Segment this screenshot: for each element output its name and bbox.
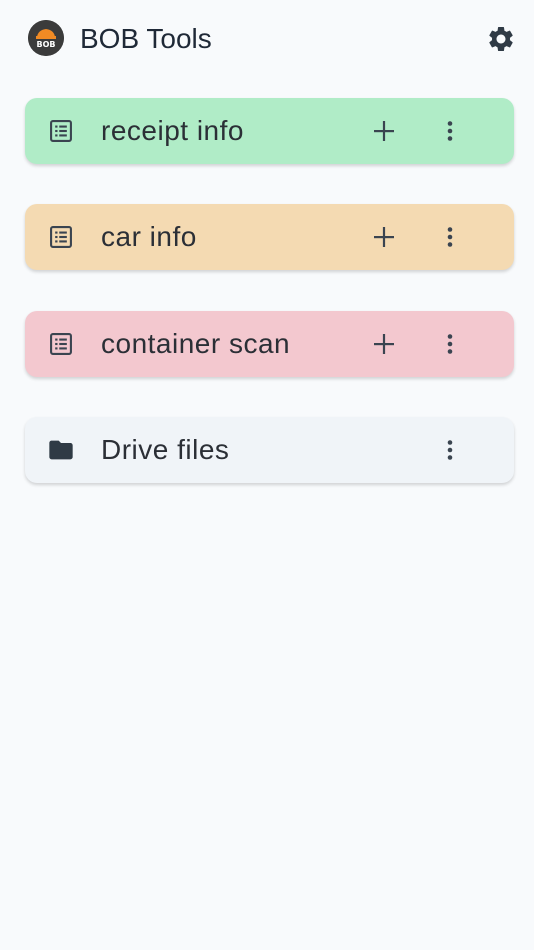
folder-icon [47, 436, 75, 464]
more-vert-icon[interactable] [434, 115, 466, 147]
more-vert-icon[interactable] [434, 221, 466, 253]
more-vert-icon[interactable] [434, 434, 466, 466]
app-logo: BOB [28, 20, 64, 56]
card-label: receipt info [101, 115, 244, 146]
add-button[interactable] [368, 328, 400, 360]
add-button[interactable] [368, 221, 400, 253]
card-container-scan[interactable]: container scan [25, 311, 514, 377]
card-receipt-info[interactable]: receipt info [25, 98, 514, 164]
add-button[interactable] [368, 115, 400, 147]
list-icon [47, 117, 75, 145]
app-title: BOB Tools [80, 23, 212, 54]
card-label: Drive files [101, 434, 230, 465]
card-label: car info [101, 221, 197, 252]
gear-icon[interactable] [486, 24, 516, 54]
list-icon [47, 330, 75, 358]
svg-text:BOB: BOB [37, 40, 56, 49]
card-drive-files[interactable]: Drive files [25, 417, 514, 483]
card-label: container scan [101, 328, 291, 359]
app-header: BOB BOB Tools [0, 0, 534, 78]
card-car-info[interactable]: car info [25, 204, 514, 270]
more-vert-icon[interactable] [434, 328, 466, 360]
list-icon [47, 223, 75, 251]
